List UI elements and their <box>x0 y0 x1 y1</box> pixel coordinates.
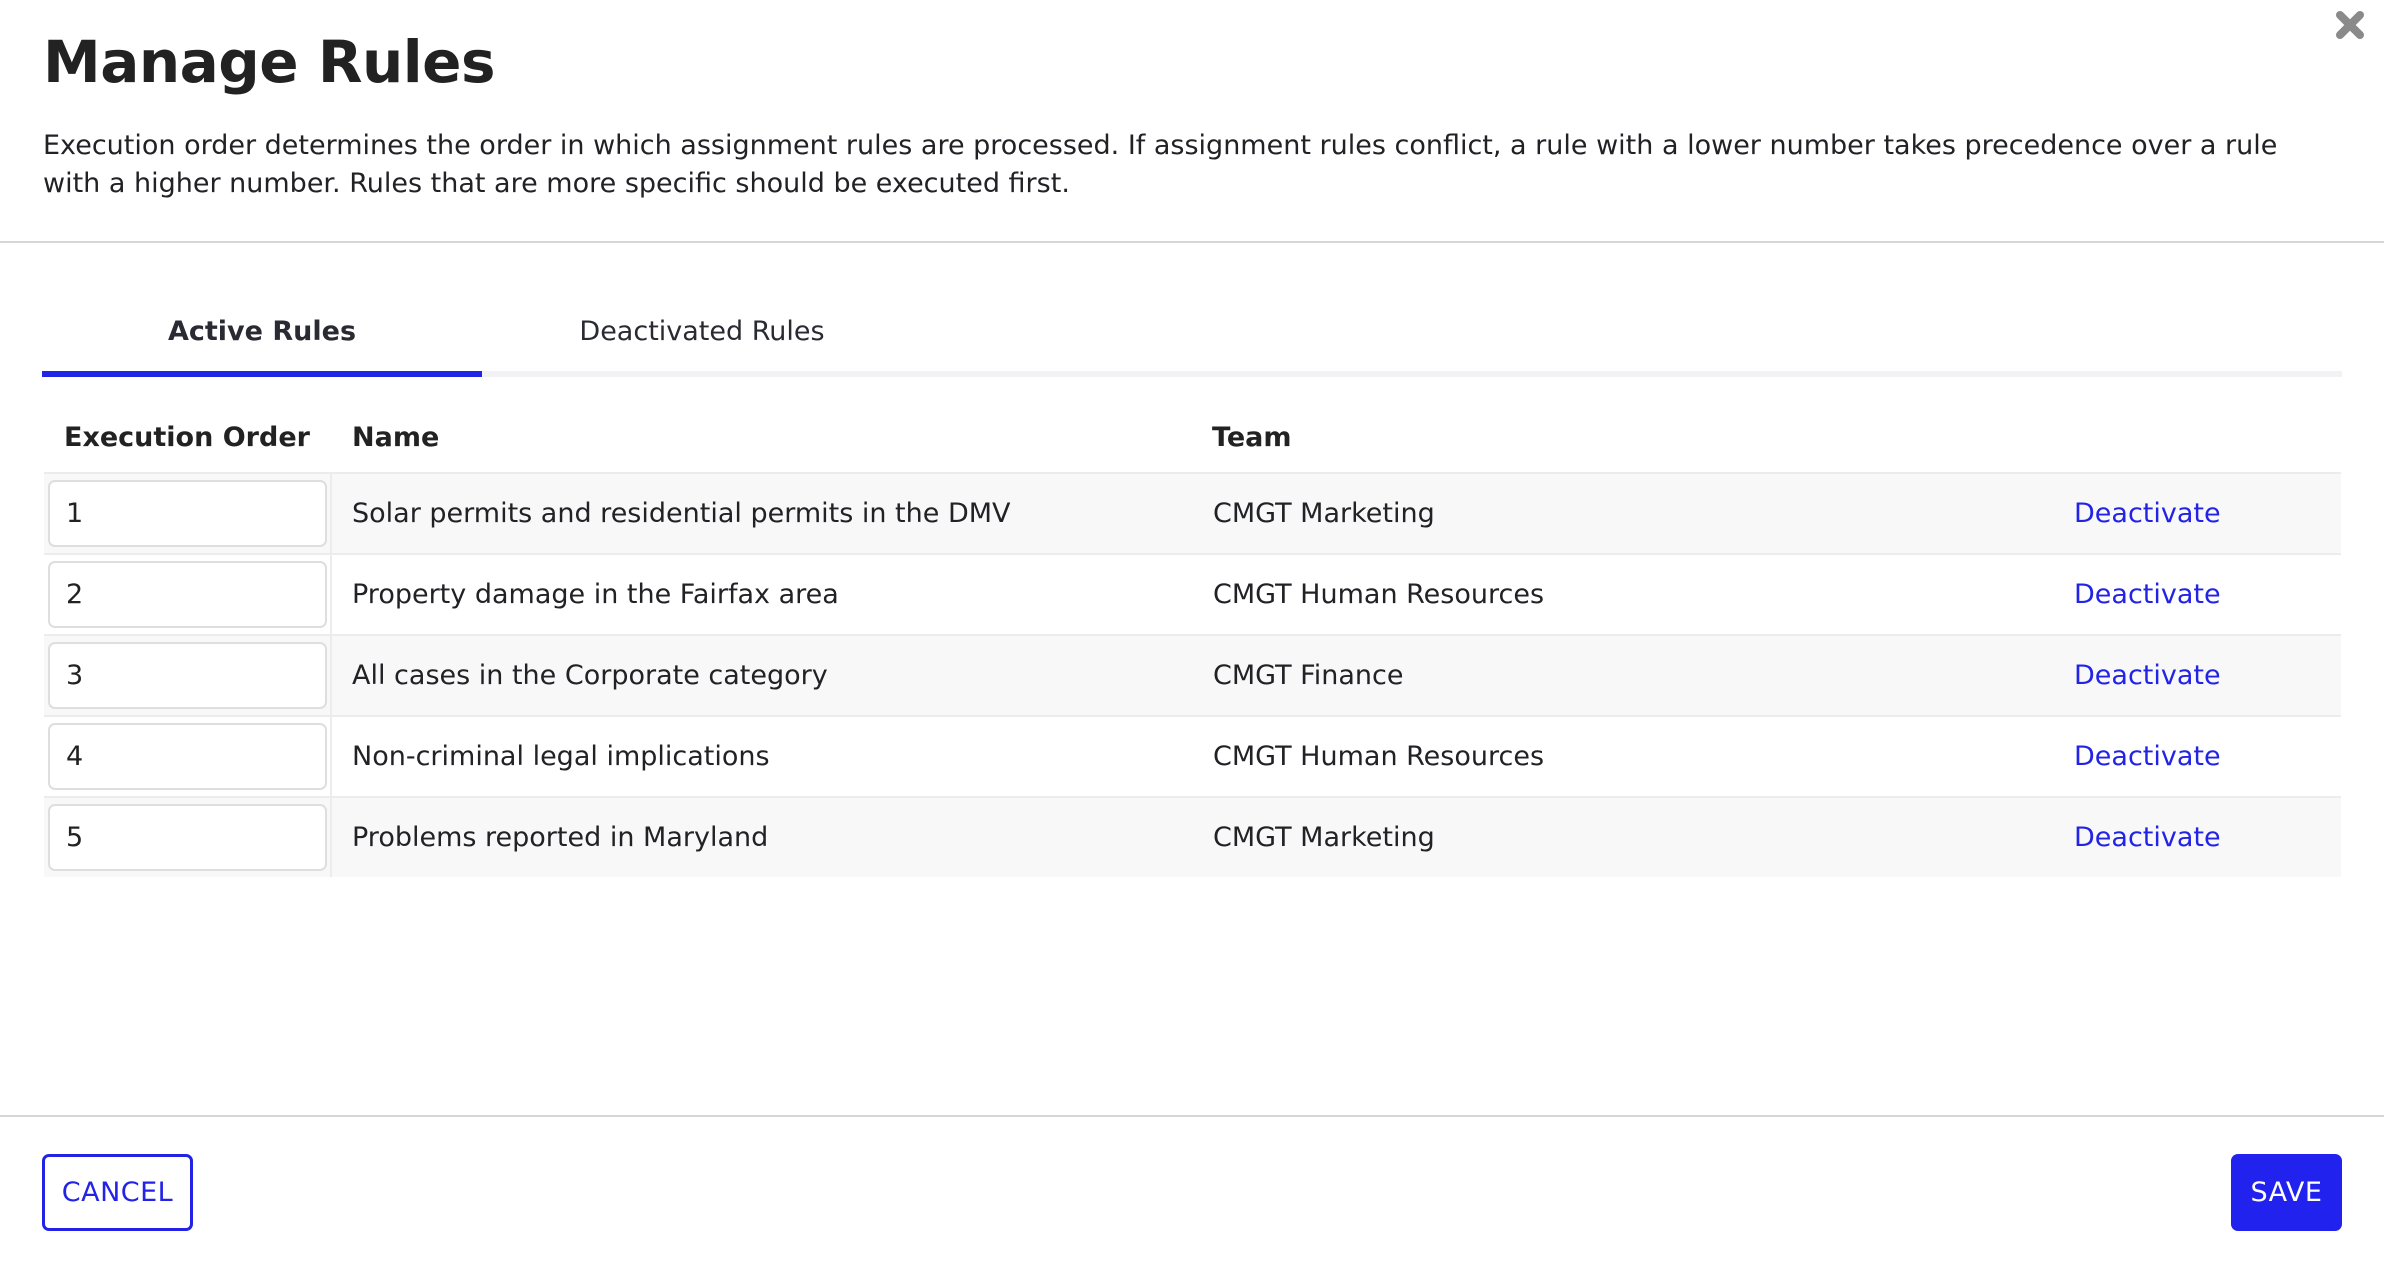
tab-label: Active Rules <box>167 316 357 347</box>
execution-order-input[interactable] <box>48 561 327 628</box>
tab-deactivated-rules[interactable]: Deactivated Rules <box>482 300 922 377</box>
deactivate-link[interactable]: Deactivate <box>2074 741 2221 772</box>
rule-name: All cases in the Corporate category <box>352 660 828 691</box>
execution-order-input[interactable] <box>48 480 327 547</box>
footer-divider <box>0 1115 2384 1117</box>
tab-label: Deactivated Rules <box>579 316 825 347</box>
rule-team: CMGT Marketing <box>1213 822 1435 853</box>
rule-name: Non-criminal legal implications <box>352 741 770 772</box>
table-row: Property damage in the Fairfax area CMGT… <box>44 553 2341 634</box>
rule-team: CMGT Marketing <box>1213 498 1435 529</box>
table-row: All cases in the Corporate category CMGT… <box>44 634 2341 715</box>
execution-order-cell <box>44 636 332 715</box>
rule-team: CMGT Finance <box>1213 660 1404 691</box>
deactivate-link[interactable]: Deactivate <box>2074 498 2221 529</box>
execution-order-cell <box>44 474 332 553</box>
deactivate-link[interactable]: Deactivate <box>2074 579 2221 610</box>
close-button[interactable] <box>2334 9 2366 41</box>
column-header-execution-order: Execution Order <box>64 421 310 453</box>
table-header: Execution Order Name Team <box>44 402 2341 472</box>
execution-order-cell <box>44 717 332 796</box>
header-divider <box>0 241 2384 243</box>
rule-name: Property damage in the Fairfax area <box>352 579 839 610</box>
rules-table: Execution Order Name Team Solar permits … <box>44 402 2341 877</box>
close-icon <box>2336 11 2364 39</box>
execution-order-cell <box>44 798 332 877</box>
dialog-description: Execution order determines the order in … <box>43 130 2278 199</box>
execution-order-input[interactable] <box>48 723 327 790</box>
execution-order-cell <box>44 555 332 634</box>
save-button[interactable]: SAVE <box>2231 1154 2342 1231</box>
deactivate-link[interactable]: Deactivate <box>2074 660 2221 691</box>
column-header-team: Team <box>1212 421 1292 453</box>
rules-tabs: Active Rules Deactivated Rules <box>42 300 2342 377</box>
rule-name: Solar permits and residential permits in… <box>352 498 1011 529</box>
column-header-name: Name <box>352 421 440 453</box>
execution-order-input[interactable] <box>48 642 327 709</box>
rule-name: Problems reported in Maryland <box>352 822 769 853</box>
rule-team: CMGT Human Resources <box>1213 579 1545 610</box>
execution-order-input[interactable] <box>48 804 327 871</box>
table-row: Solar permits and residential permits in… <box>44 472 2341 553</box>
deactivate-link[interactable]: Deactivate <box>2074 822 2221 853</box>
rule-team: CMGT Human Resources <box>1213 741 1545 772</box>
tab-active-rules[interactable]: Active Rules <box>42 300 482 377</box>
dialog-title: Manage Rules <box>43 28 496 96</box>
table-row: Non-criminal legal implications CMGT Hum… <box>44 715 2341 796</box>
table-row: Problems reported in Maryland CMGT Marke… <box>44 796 2341 877</box>
cancel-button[interactable]: CANCEL <box>42 1154 193 1231</box>
